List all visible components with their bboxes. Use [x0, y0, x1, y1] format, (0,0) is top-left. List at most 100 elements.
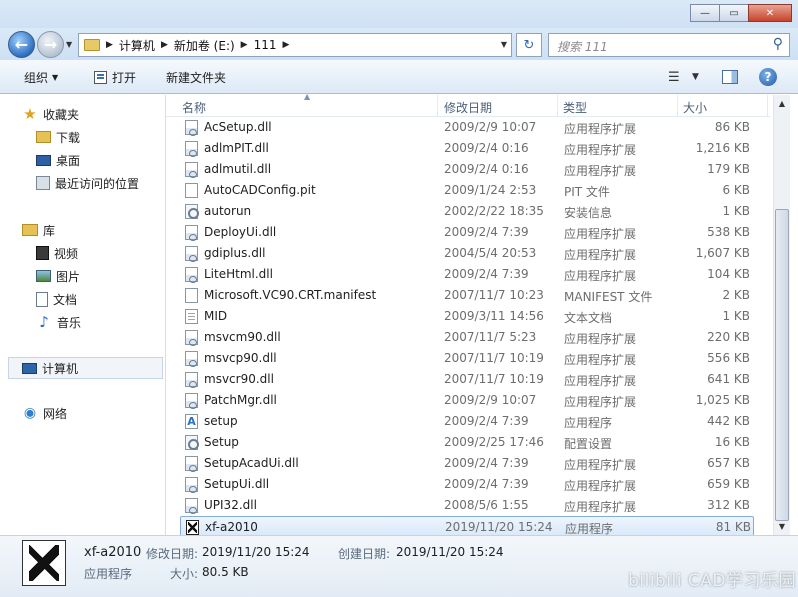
- file-date-cell: 2009/2/4 0:16: [444, 141, 529, 155]
- table-row-selected[interactable]: xf-a2010 2019/11/20 15:24 应用程序 81 KB: [180, 516, 754, 537]
- table-row[interactable]: DeployUi.dll 2009/2/4 7:39 应用程序扩展 538 KB: [180, 222, 754, 243]
- refresh-button[interactable]: ↻: [516, 33, 542, 57]
- file-size-cell: 86 KB: [714, 120, 750, 134]
- minimize-button[interactable]: —: [690, 4, 720, 22]
- column-header-name[interactable]: 名称: [182, 99, 206, 116]
- scrollbar-thumb[interactable]: [775, 209, 789, 521]
- table-row[interactable]: UPI32.dll 2008/5/6 1:55 应用程序扩展 312 KB: [180, 495, 754, 516]
- breadcrumb-folder-111[interactable]: 111: [254, 38, 277, 52]
- chevron-right-icon[interactable]: ▶: [283, 40, 290, 50]
- navigation-pane: ★ 收藏夹 下载 桌面 最近访问的位置 库 视频 图片 文档 ♪ 音乐 计算机 …: [0, 95, 166, 535]
- recent-pages-dropdown[interactable]: ▼: [66, 40, 72, 49]
- table-row[interactable]: msvcr90.dll 2007/11/7 10:19 应用程序扩展 641 KB: [180, 369, 754, 390]
- sidebar-item-network[interactable]: ◉ 网络: [22, 403, 67, 423]
- file-date-cell: 2007/11/7 10:19: [444, 372, 544, 386]
- details-modified-value: 2019/11/20 15:24: [202, 545, 310, 559]
- open-button[interactable]: 打开: [94, 69, 136, 86]
- view-options-icon[interactable]: ☰: [668, 70, 680, 85]
- table-row[interactable]: adlmPIT.dll 2009/2/4 0:16 应用程序扩展 1,216 KB: [180, 138, 754, 159]
- sidebar-item-label: 图片: [56, 269, 81, 284]
- table-row[interactable]: SetupAcadUi.dll 2009/2/4 7:39 应用程序扩展 657 KB: [180, 453, 754, 474]
- file-list: ▲ 名称 修改日期 类型 大小 AcSetup.dll 2009/2/9 10:0…: [166, 92, 798, 537]
- table-row[interactable]: msvcp90.dll 2007/11/7 10:19 应用程序扩展 556 KB: [180, 348, 754, 369]
- dll-icon: [185, 456, 198, 472]
- breadcrumb-drive-e[interactable]: 新加卷 (E:): [174, 37, 235, 54]
- address-bar[interactable]: ▶ 计算机 ▶ 新加卷 (E:) ▶ 111 ▶ ▼: [78, 33, 512, 57]
- file-type-cell: 安装信息: [564, 206, 613, 220]
- table-row[interactable]: AcSetup.dll 2009/2/9 10:07 应用程序扩展 86 KB: [180, 117, 754, 138]
- maximize-button[interactable]: ▭: [719, 4, 749, 22]
- dll-icon: [185, 246, 198, 262]
- file-size-cell: 220 KB: [707, 330, 750, 344]
- table-row[interactable]: adlmutil.dll 2009/2/4 0:16 应用程序扩展 179 KB: [180, 159, 754, 180]
- column-divider[interactable]: [767, 95, 768, 117]
- search-input[interactable]: 搜索 111: [557, 38, 608, 55]
- table-row[interactable]: Microsoft.VC90.CRT.manifest 2007/11/7 10:…: [180, 285, 754, 306]
- file-name-cell: MID: [204, 309, 228, 323]
- file-date-cell: 2007/11/7 10:23: [444, 288, 544, 302]
- organize-menu[interactable]: 组织 ▼: [24, 69, 58, 86]
- scroll-up-button[interactable]: ▲: [774, 95, 790, 112]
- column-divider[interactable]: [437, 95, 438, 117]
- column-divider[interactable]: [677, 95, 678, 117]
- table-row[interactable]: MID 2009/3/11 14:56 文本文档 1 KB: [180, 306, 754, 327]
- new-folder-button[interactable]: 新建文件夹: [166, 69, 226, 86]
- dll-icon: [185, 372, 198, 388]
- vertical-scrollbar[interactable]: ▲ ▼: [773, 95, 790, 535]
- table-row[interactable]: msvcm90.dll 2007/11/7 5:23 应用程序扩展 220 KB: [180, 327, 754, 348]
- help-icon[interactable]: ?: [759, 68, 777, 86]
- table-row[interactable]: Asetup 2009/2/4 7:39 应用程序 442 KB: [180, 411, 754, 432]
- preview-pane-icon[interactable]: [722, 70, 738, 84]
- close-button[interactable]: ✕: [748, 4, 792, 22]
- table-row[interactable]: gdiplus.dll 2004/5/4 20:53 应用程序扩展 1,607 KB: [180, 243, 754, 264]
- search-box[interactable]: 搜索 111 ⚲: [548, 33, 790, 57]
- sidebar-item-downloads[interactable]: 下载: [36, 127, 80, 147]
- sidebar-item-favorites[interactable]: ★ 收藏夹: [22, 104, 79, 124]
- column-divider[interactable]: [557, 95, 558, 117]
- file-date-cell: 2004/5/4 20:53: [444, 246, 537, 260]
- chevron-down-icon: ▼: [52, 73, 59, 82]
- chevron-right-icon[interactable]: ▶: [106, 40, 113, 50]
- table-row[interactable]: PatchMgr.dll 2009/2/9 10:07 应用程序扩展 1,025 KB: [180, 390, 754, 411]
- breadcrumb-computer[interactable]: 计算机: [119, 37, 155, 54]
- column-header-size[interactable]: 大小: [683, 99, 707, 116]
- sidebar-item-videos[interactable]: 视频: [36, 243, 78, 263]
- back-button[interactable]: ←: [8, 31, 35, 58]
- file-type-cell: 应用程序扩展: [564, 479, 637, 493]
- file-name-cell: adlmPIT.dll: [204, 141, 269, 155]
- sidebar-item-computer[interactable]: 计算机: [22, 358, 78, 378]
- table-row[interactable]: SetupUi.dll 2009/2/4 7:39 应用程序扩展 659 KB: [180, 474, 754, 495]
- sidebar-item-pictures[interactable]: 图片: [36, 266, 80, 286]
- recent-places-icon: [36, 176, 50, 190]
- sidebar-item-documents[interactable]: 文档: [36, 289, 77, 309]
- file-size-cell: 442 KB: [707, 414, 750, 428]
- chevron-right-icon[interactable]: ▶: [241, 40, 248, 50]
- chevron-right-icon[interactable]: ▶: [161, 40, 168, 50]
- table-row[interactable]: autorun 2002/2/22 18:35 安装信息 1 KB: [180, 201, 754, 222]
- column-header-date[interactable]: 修改日期: [444, 99, 492, 116]
- file-size-cell: 1,025 KB: [695, 393, 750, 407]
- file-size-cell: 2 KB: [722, 288, 750, 302]
- sidebar-item-recent-places[interactable]: 最近访问的位置: [36, 173, 139, 193]
- sidebar-item-desktop[interactable]: 桌面: [36, 150, 80, 170]
- file-date-cell: 2002/2/22 18:35: [444, 204, 544, 218]
- sidebar-item-libraries[interactable]: 库: [22, 220, 55, 240]
- column-header-row: ▲ 名称 修改日期 类型 大小: [166, 92, 770, 117]
- file-date-cell: 2009/1/24 2:53: [444, 183, 537, 197]
- file-type-cell: 应用程序扩展: [564, 269, 637, 283]
- table-row[interactable]: LiteHtml.dll 2009/2/4 7:39 应用程序扩展 104 KB: [180, 264, 754, 285]
- table-row[interactable]: AutoCADConfig.pit 2009/1/24 2:53 PIT 文件 6 K…: [180, 180, 754, 201]
- forward-button[interactable]: →: [37, 31, 64, 58]
- view-options-dropdown[interactable]: ▼: [692, 72, 699, 82]
- sidebar-item-label: 网络: [43, 406, 68, 421]
- scroll-down-button[interactable]: ▼: [774, 518, 790, 535]
- sidebar-item-music[interactable]: ♪ 音乐: [36, 312, 81, 332]
- pictures-icon: [36, 270, 51, 282]
- address-history-dropdown[interactable]: ▼: [501, 40, 507, 49]
- table-row[interactable]: Setup 2009/2/25 17:46 配置设置 16 KB: [180, 432, 754, 453]
- file-date-cell: 2019/11/20 15:24: [445, 520, 553, 534]
- search-icon[interactable]: ⚲: [773, 36, 783, 52]
- column-header-type[interactable]: 类型: [563, 99, 587, 116]
- file-size-cell: 1,607 KB: [695, 246, 750, 260]
- file-date-cell: 2009/2/4 7:39: [444, 414, 529, 428]
